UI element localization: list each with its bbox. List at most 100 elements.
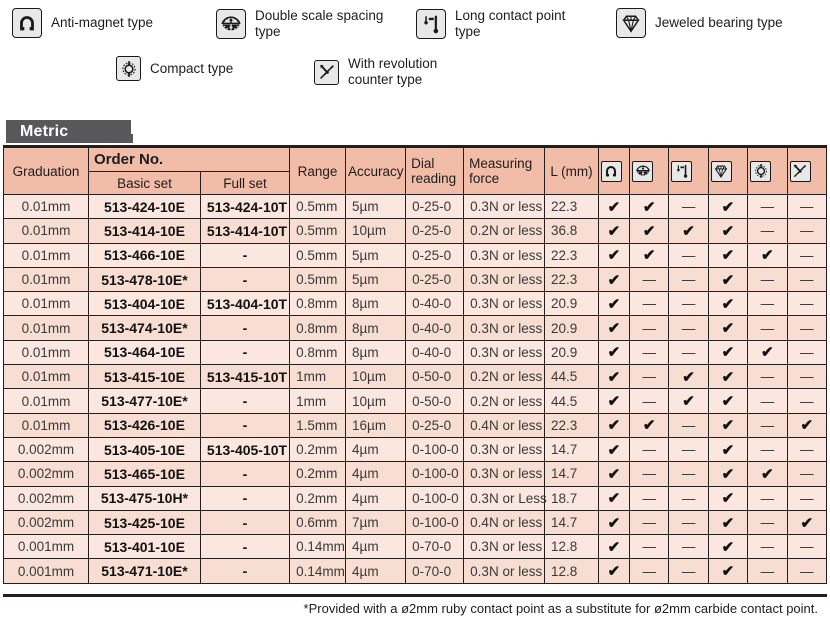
table-row[interactable]: 0.001mm 513-401-10E -0.14mm 4µm 0-70-0 0.3N o… xyxy=(3,534,827,560)
cell-feature-revolution-counter: — xyxy=(786,291,827,317)
cell-feature-anti-magnet: ✔ xyxy=(597,266,631,293)
cell-feature-jeweled-bearing: ✔ xyxy=(707,242,749,268)
cell-measuring-force: 0.2N or less xyxy=(463,364,546,390)
th-dial-reading: Dial reading xyxy=(405,147,465,195)
cell-dial-reading: 0-50-0 xyxy=(405,364,465,390)
compact-icon xyxy=(116,56,141,81)
cell-feature-double-scale-spacing: — xyxy=(628,364,670,390)
jeweled-bearing-icon xyxy=(710,160,732,182)
cell-range: 1mm xyxy=(289,388,347,414)
table-row[interactable]: 0.01mm 513-474-10E* -0.8mm 8µm 0-40-0 0.3N or… xyxy=(3,315,827,341)
cell-feature-anti-magnet: ✔ xyxy=(597,242,631,268)
table-row[interactable]: 0.001mm 513-471-10E* -0.14mm 4µm 0-70-0 0.3N … xyxy=(3,558,827,584)
cell-feature-long-contact-point: — xyxy=(668,461,709,487)
table-row[interactable]: 0.01mm 513-477-10E* -1mm 10µm 0-50-0 0.2N or … xyxy=(3,388,827,414)
cell-range: 1mm xyxy=(289,364,347,390)
cell-range: 0.14mm xyxy=(289,534,347,560)
cell-feature-long-contact-point: — xyxy=(668,509,709,536)
cell-measuring-force: 0.3N or less xyxy=(463,291,546,317)
legend-item-label: Long contact point type xyxy=(455,8,566,39)
cell-feature-revolution-counter: — xyxy=(786,218,827,244)
cell-full-set: - xyxy=(199,315,291,341)
metric-banner-tail xyxy=(78,134,133,143)
cell-feature-jeweled-bearing: ✔ xyxy=(707,266,749,293)
specs-table-body: 0.01mm 513-424-10E 513-424-10T 0.5mm 5µm 0-25… xyxy=(3,193,827,584)
table-row[interactable]: 0.01mm 513-478-10E* -0.5mm 5µm 0-25-0 0.3N or… xyxy=(3,266,827,293)
cell-feature-jeweled-bearing: ✔ xyxy=(707,315,749,341)
table-row[interactable]: 0.01mm 513-424-10E 513-424-10T 0.5mm 5µm 0-25… xyxy=(3,193,827,220)
cell-feature-jeweled-bearing: ✔ xyxy=(707,436,749,463)
legend-item-revolution-counter: With revolution counter type xyxy=(314,56,483,88)
cell-length: 20.9 xyxy=(544,339,599,366)
cell-graduation: 0.001mm xyxy=(3,558,89,584)
cell-feature-revolution-counter: — xyxy=(786,193,827,220)
table-row[interactable]: 0.01mm 513-415-10E 513-415-10T 1mm 10µm 0-50-… xyxy=(3,364,827,390)
cell-full-set: - xyxy=(199,485,291,511)
cell-feature-compact: — xyxy=(747,291,788,317)
cell-feature-double-scale-spacing: — xyxy=(628,558,670,584)
cell-feature-jeweled-bearing: ✔ xyxy=(707,364,749,390)
cell-range: 0.2mm xyxy=(289,485,347,511)
th-icon-anti-magnet xyxy=(597,147,631,195)
cell-range: 0.8mm xyxy=(289,291,347,317)
th-icon-compact xyxy=(747,147,788,195)
cell-feature-jeweled-bearing: ✔ xyxy=(707,534,749,560)
cell-full-set: - xyxy=(199,461,291,487)
cell-feature-anti-magnet: ✔ xyxy=(597,558,631,584)
table-row[interactable]: 0.002mm 513-475-10H* -0.2mm 4µm 0-100-0 0.3N … xyxy=(3,485,827,511)
cell-basic-set: 513-401-10E xyxy=(87,534,201,560)
cell-accuracy: 10µm xyxy=(345,218,407,244)
cell-measuring-force: 0.4N or less xyxy=(463,509,546,536)
cell-feature-compact: — xyxy=(747,218,788,244)
table-row[interactable]: 0.01mm 513-464-10E -0.8mm 8µm 0-40-0 0.3N or … xyxy=(3,339,827,366)
cell-feature-revolution-counter: — xyxy=(786,461,827,487)
cell-feature-compact: ✔ xyxy=(747,242,788,268)
cell-feature-long-contact-point: — xyxy=(668,558,709,584)
cell-dial-reading: 0-25-0 xyxy=(405,218,465,244)
cell-graduation: 0.002mm xyxy=(3,509,89,536)
cell-feature-anti-magnet: ✔ xyxy=(597,291,631,317)
cell-basic-set: 513-464-10E xyxy=(87,339,201,366)
cell-feature-revolution-counter: — xyxy=(786,436,827,463)
cell-feature-double-scale-spacing: — xyxy=(628,266,670,293)
cell-range: 0.8mm xyxy=(289,339,347,366)
th-basic-set: Basic set xyxy=(87,171,201,195)
cell-dial-reading: 0-25-0 xyxy=(405,193,465,220)
cell-feature-double-scale-spacing: — xyxy=(628,461,670,487)
legend-item-label: Double scale spacing type xyxy=(255,8,384,39)
cell-basic-set: 513-426-10E xyxy=(87,412,201,438)
cell-full-set: - xyxy=(199,509,291,536)
cell-measuring-force: 0.4N or less xyxy=(463,412,546,438)
cell-accuracy: 4µm xyxy=(345,461,407,487)
cell-graduation: 0.001mm xyxy=(3,534,89,560)
cell-graduation: 0.002mm xyxy=(3,436,89,463)
cell-measuring-force: 0.3N or less xyxy=(463,436,546,463)
legend-item-double-scale-spacing: Double scale spacing type xyxy=(216,8,390,40)
footnote: *Provided with a ø2mm ruby contact point… xyxy=(303,601,818,616)
th-icon-revolution-counter xyxy=(786,147,827,195)
cell-feature-revolution-counter: ✔ xyxy=(786,509,827,536)
cell-feature-long-contact-point: — xyxy=(668,193,709,220)
revolution-counter-icon xyxy=(314,59,339,85)
table-row[interactable]: 0.01mm 513-426-10E -1.5mm 16µm 0-25-0 0.4N or… xyxy=(3,412,827,438)
cell-feature-revolution-counter: — xyxy=(786,242,827,268)
cell-basic-set: 513-404-10E xyxy=(87,291,201,317)
cell-feature-revolution-counter: — xyxy=(786,388,827,414)
cell-measuring-force: 0.3N or less xyxy=(463,339,546,366)
table-row[interactable]: 0.002mm 513-465-10E -0.2mm 4µm 0-100-0 0.3N o… xyxy=(3,461,827,487)
cell-range: 0.6mm xyxy=(289,509,347,536)
legend-item-label: Anti-magnet type xyxy=(51,15,154,30)
cell-length: 20.9 xyxy=(544,315,599,341)
table-row[interactable]: 0.01mm 513-466-10E -0.5mm 5µm 0-25-0 0.3N or … xyxy=(3,242,827,268)
th-graduation: Graduation xyxy=(3,147,89,195)
cell-measuring-force: 0.2N or less xyxy=(463,388,546,414)
cell-measuring-force: 0.3N or less xyxy=(463,315,546,341)
table-row[interactable]: 0.002mm 513-425-10E -0.6mm 7µm 0-100-0 0.4N o… xyxy=(3,509,827,536)
cell-basic-set: 513-425-10E xyxy=(87,509,201,536)
cell-dial-reading: 0-40-0 xyxy=(405,315,465,341)
cell-accuracy: 8µm xyxy=(345,291,407,317)
table-row[interactable]: 0.002mm 513-405-10E 513-405-10T 0.2mm 4µm 0-1… xyxy=(3,436,827,463)
table-row[interactable]: 0.01mm 513-404-10E 513-404-10T 0.8mm 8µm 0-40… xyxy=(3,291,827,317)
table-row[interactable]: 0.01mm 513-414-10E 513-414-10T 0.5mm 10µm 0-2… xyxy=(3,218,827,244)
cell-full-set: - xyxy=(199,242,291,268)
